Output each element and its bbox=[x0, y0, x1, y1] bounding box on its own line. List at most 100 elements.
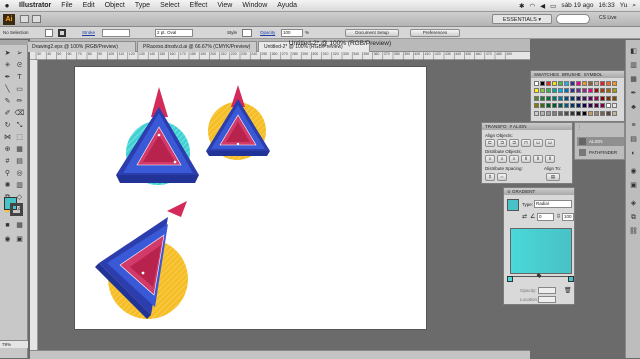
tab-transform[interactable]: TRANSFO bbox=[485, 123, 507, 130]
swatch-chip[interactable] bbox=[552, 81, 557, 86]
line-tool-icon[interactable]: ╲ bbox=[2, 84, 13, 95]
swatch-chip[interactable] bbox=[570, 110, 575, 116]
swatch-chip[interactable] bbox=[540, 95, 545, 101]
bridge-icon[interactable] bbox=[20, 15, 29, 23]
swatch-chip[interactable] bbox=[540, 88, 545, 94]
arrange-documents-icon[interactable] bbox=[32, 15, 41, 23]
tab-align[interactable]: # ALIGN bbox=[510, 123, 527, 130]
swatch-chip[interactable] bbox=[570, 81, 575, 86]
tab-symbols[interactable]: SYMBOL bbox=[584, 71, 603, 78]
pen-tool-icon[interactable]: ✒ bbox=[2, 72, 13, 83]
color-panel-icon[interactable]: ◧ bbox=[628, 46, 639, 57]
swatch-chip[interactable] bbox=[582, 110, 587, 116]
swatch-chip[interactable] bbox=[576, 81, 581, 86]
swatch-chip[interactable] bbox=[570, 103, 575, 109]
swatch-chip[interactable] bbox=[576, 110, 581, 116]
swatch-chip[interactable] bbox=[534, 88, 539, 94]
panel-grip-icon[interactable]: ⋮ bbox=[577, 125, 583, 131]
magic-wand-tool-icon[interactable]: ✳ bbox=[2, 60, 13, 71]
delete-stop-icon[interactable]: 🗑 bbox=[564, 287, 572, 294]
stroke-color-swatch[interactable] bbox=[10, 203, 23, 216]
align-bottom-icon[interactable]: ⊔ bbox=[545, 139, 555, 147]
gradient-aspect-field[interactable]: 100 bbox=[562, 213, 574, 221]
gradient-preview-swatch[interactable] bbox=[507, 199, 519, 211]
dock-pathfinder[interactable]: PATHFINDER bbox=[577, 148, 624, 157]
swatch-chip[interactable] bbox=[606, 88, 611, 94]
horizontal-scrollbar[interactable] bbox=[30, 350, 530, 359]
gradient-mode-icon[interactable]: ▦ bbox=[14, 220, 25, 231]
swatch-chip[interactable] bbox=[576, 103, 581, 109]
swatch-chip[interactable] bbox=[594, 81, 599, 86]
swatch-chip[interactable] bbox=[564, 95, 569, 101]
gradient-panel-icon[interactable]: ▤ bbox=[628, 134, 639, 145]
wifi-icon[interactable]: ◠ bbox=[529, 2, 535, 10]
swatch-chip[interactable] bbox=[546, 103, 551, 109]
brushes-panel-icon[interactable]: ✒ bbox=[628, 88, 639, 99]
gradient-type-select[interactable]: Radial bbox=[534, 200, 572, 208]
swatch-chip[interactable] bbox=[600, 95, 605, 101]
direct-selection-tool-icon[interactable]: ➢ bbox=[14, 48, 25, 59]
swatch-chip[interactable] bbox=[600, 103, 605, 109]
links-panel-icon[interactable]: ⛓ bbox=[628, 226, 639, 237]
swatch-chip[interactable] bbox=[612, 110, 617, 116]
swatch-chip[interactable] bbox=[588, 95, 593, 101]
artwork-triangle-yellow[interactable] bbox=[206, 85, 270, 160]
spotlight-icon[interactable]: ⌕ bbox=[632, 2, 636, 10]
apple-menu-icon[interactable]: ● bbox=[0, 1, 14, 10]
artboards-panel-icon[interactable]: ⧉ bbox=[628, 212, 639, 223]
swatch-chip[interactable] bbox=[582, 81, 587, 86]
eraser-tool-icon[interactable]: ⌫ bbox=[14, 108, 25, 119]
workspace-switcher[interactable]: ESSENTIALS ▾ bbox=[492, 14, 552, 24]
menu-effect[interactable]: Effect bbox=[185, 2, 213, 9]
shape-builder-tool-icon[interactable]: ⊕ bbox=[2, 144, 13, 155]
artwork[interactable] bbox=[75, 67, 428, 331]
swatch-chip[interactable] bbox=[534, 110, 539, 116]
gradient-stop-right[interactable] bbox=[568, 276, 574, 282]
graphic-styles-icon[interactable]: ▣ bbox=[628, 180, 639, 191]
swatch-chip[interactable] bbox=[564, 81, 569, 86]
graphic-style-swatch[interactable] bbox=[242, 29, 252, 37]
artwork-triangle-cyan[interactable] bbox=[116, 87, 199, 185]
tab-drawing2[interactable]: Drawing2.eps @ 100% (RGB/Preview) bbox=[26, 41, 136, 52]
swatch-chip[interactable] bbox=[540, 103, 545, 109]
swatch-chip[interactable] bbox=[546, 81, 551, 86]
menu-user[interactable]: Yu bbox=[620, 2, 628, 9]
swatch-chip[interactable] bbox=[546, 110, 551, 116]
swatch-chip[interactable] bbox=[606, 95, 611, 101]
swatch-chip[interactable] bbox=[546, 95, 551, 101]
swatch-chip[interactable] bbox=[546, 88, 551, 94]
swatch-chip[interactable] bbox=[558, 95, 563, 101]
menu-type[interactable]: Type bbox=[130, 2, 155, 9]
paintbrush-tool-icon[interactable]: ✎ bbox=[2, 96, 13, 107]
scale-tool-icon[interactable]: ⤡ bbox=[14, 120, 25, 131]
artwork-triangle-large[interactable] bbox=[95, 201, 188, 319]
swatch-chip[interactable] bbox=[534, 95, 539, 101]
menu-object[interactable]: Object bbox=[100, 2, 130, 9]
color-mode-icon[interactable]: ■ bbox=[2, 220, 13, 231]
gradient-slider-preview[interactable] bbox=[510, 228, 572, 274]
swatch-chip[interactable] bbox=[558, 103, 563, 109]
brush-definition[interactable]: 2 pt. Oval bbox=[155, 29, 193, 37]
mesh-tool-icon[interactable]: # bbox=[2, 156, 13, 167]
distribute-vspace-icon[interactable]: ⇕ bbox=[485, 173, 495, 181]
menu-view[interactable]: View bbox=[212, 2, 237, 9]
swatches-panel-icon[interactable]: ▦ bbox=[628, 74, 639, 85]
dock-align[interactable]: ALIGN bbox=[577, 137, 624, 146]
swatch-chip[interactable] bbox=[558, 81, 563, 86]
swatch-chip[interactable] bbox=[606, 103, 611, 109]
swatch-chip[interactable] bbox=[558, 88, 563, 94]
draw-normal-icon[interactable]: ◉ bbox=[2, 234, 13, 245]
swatch-chip[interactable] bbox=[582, 88, 587, 94]
swatch-chip[interactable] bbox=[558, 110, 563, 116]
rectangle-tool-icon[interactable]: ▭ bbox=[14, 84, 25, 95]
align-hcenter-icon[interactable]: ⊐ bbox=[497, 139, 507, 147]
blob-brush-tool-icon[interactable]: ✐ bbox=[2, 108, 13, 119]
blend-tool-icon[interactable]: ◎ bbox=[14, 168, 25, 179]
type-tool-icon[interactable]: T bbox=[14, 72, 25, 83]
selection-tool-icon[interactable]: ➤ bbox=[2, 48, 13, 59]
swatch-chip[interactable] bbox=[570, 88, 575, 94]
distribute-bottom-icon[interactable]: ≡ bbox=[509, 155, 519, 163]
symbol-sprayer-tool-icon[interactable]: ✺ bbox=[2, 180, 13, 191]
swatch-chip[interactable] bbox=[552, 110, 557, 116]
distribute-hspace-icon[interactable]: ⇔ bbox=[497, 173, 507, 181]
